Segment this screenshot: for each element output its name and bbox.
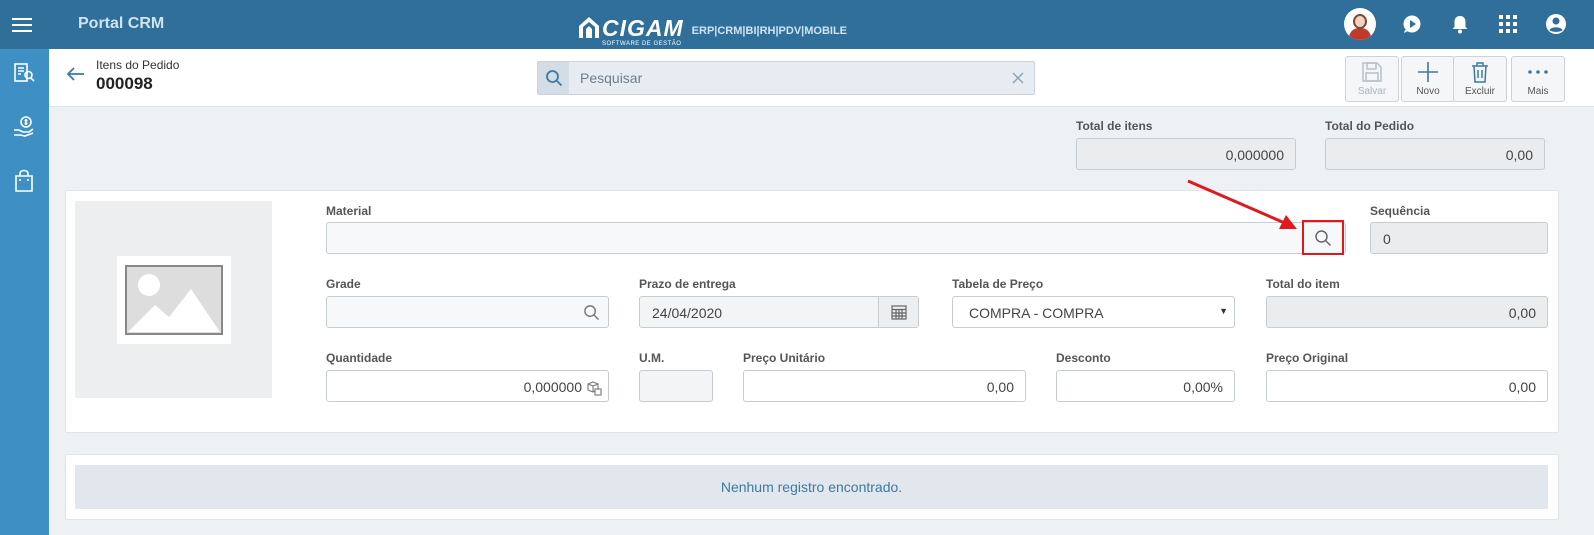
chat-icon[interactable] [1400,12,1424,36]
price-table-select[interactable]: COMPRA - COMPRA ▼ [952,296,1235,328]
plus-icon [1418,62,1438,82]
search-input[interactable] [580,68,1000,88]
account-circle-icon[interactable] [1544,12,1568,36]
delivery-label: Prazo de entrega [639,277,736,291]
material-label: Material [326,204,372,218]
trash-icon [1472,62,1488,83]
contacts-icon[interactable] [10,59,38,87]
empty-grid-message: Nenhum registro encontrado. [75,465,1548,509]
save-label: Salvar [1357,86,1387,97]
total-items-field: 0,000000 [1076,138,1296,170]
search-icon [1315,229,1332,246]
red-arrow-annotation [1187,179,1297,229]
more-label: Mais [1527,86,1549,97]
new-button[interactable]: Novo [1401,56,1455,102]
shopping-bag-icon[interactable] [10,167,38,195]
calendar-button[interactable] [878,297,918,327]
user-avatar[interactable] [1344,8,1376,40]
logo-products: ERP|CRM|BI|RH|PDV|MOBILE [691,25,848,37]
item-total-value: 0,00 [1508,305,1536,321]
unit-price-input[interactable]: 0,00 [743,370,1026,402]
original-price-input[interactable]: 0,00 [1266,370,1548,402]
original-price-value: 0,00 [1508,379,1536,395]
discount-input[interactable]: 0,00% [1056,370,1235,402]
total-items-label: Total de itens [1076,119,1153,133]
discount-label: Desconto [1056,351,1111,365]
app-title: Portal CRM [78,15,165,32]
finance-hand-icon[interactable] [10,113,38,141]
left-sidebar [0,49,49,535]
delivery-value: 24/04/2020 [652,305,723,321]
logo-subtitle: SOFTWARE DE GESTÃO [602,41,682,47]
apps-grid-icon[interactable] [1496,12,1520,36]
delivery-date-input[interactable]: 24/04/2020 [639,296,919,328]
sequence-value: 0 [1383,231,1391,247]
delete-label: Excluir [1464,86,1495,97]
delete-button[interactable]: Excluir [1453,56,1507,102]
bell-icon[interactable] [1448,12,1472,36]
new-label: Novo [1416,86,1440,97]
material-search-button[interactable] [1302,220,1344,255]
calendar-icon [890,305,907,320]
discount-value: 0,00% [1183,379,1223,395]
page-header: Itens do Pedido 000098 Salvar Novo Exclu… [49,49,1594,107]
product-image-placeholder [75,201,272,398]
item-total-label: Total do item [1266,277,1340,291]
package-icon[interactable] [586,380,602,396]
total-items-value: 0,000000 [1225,147,1284,163]
grade-label: Grade [326,277,361,291]
clear-icon[interactable] [1010,70,1026,86]
menu-icon[interactable] [12,14,32,34]
breadcrumb: Itens do Pedido [96,58,180,72]
total-order-value: 0,00 [1505,147,1533,163]
back-arrow-icon[interactable] [65,63,87,85]
image-placeholder-icon [124,264,223,335]
price-table-value: COMPRA - COMPRA [969,305,1104,321]
logo-house-icon [578,15,600,39]
quantity-value: 0,000000 [523,379,582,395]
unit-price-label: Preço Unitário [743,351,826,365]
grade-input[interactable] [326,296,609,328]
quantity-label: Quantidade [326,351,393,365]
um-field [639,370,713,402]
page-title: 000098 [96,74,153,93]
more-dots-icon [1528,70,1548,74]
original-price-label: Preço Original [1266,351,1349,365]
total-order-field: 0,00 [1325,138,1545,170]
logo-name: CIGAM [602,15,684,41]
total-order-label: Total do Pedido [1325,119,1415,133]
sequence-label: Sequência [1370,204,1431,218]
save-icon [1362,62,1382,82]
price-table-label: Tabela de Preço [952,277,1044,291]
unit-price-value: 0,00 [986,379,1014,395]
grade-search-icon[interactable] [583,304,600,321]
item-total-field: 0,00 [1266,296,1548,328]
search-box [537,61,1035,95]
save-button[interactable]: Salvar [1345,56,1399,102]
top-bar: Portal CRM CIGAM SOFTWARE DE GESTÃO ERP|… [0,0,1594,49]
sequence-field: 0 [1370,222,1548,254]
search-icon[interactable] [538,62,569,94]
dropdown-arrow-icon: ▼ [1219,306,1228,316]
um-label: U.M. [639,351,665,365]
quantity-input[interactable]: 0,000000 [326,370,609,402]
cigam-logo: CIGAM SOFTWARE DE GESTÃO ERP|CRM|BI|RH|P… [578,11,848,47]
more-button[interactable]: Mais [1511,56,1565,102]
